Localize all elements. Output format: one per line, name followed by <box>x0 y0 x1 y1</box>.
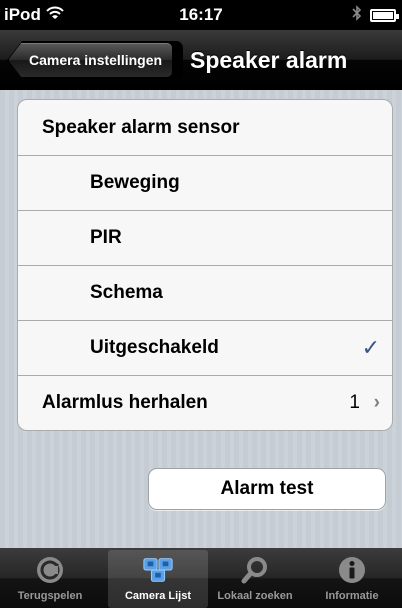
navigation-bar: Camera instellingen Speaker alarm <box>0 30 402 90</box>
tab-label: Informatie <box>325 590 379 602</box>
status-time: 16:17 <box>179 5 223 24</box>
alarm-repeat-value: 1 <box>349 392 360 413</box>
replay-icon <box>34 554 66 586</box>
sensor-header-row: Speaker alarm sensor <box>18 100 392 155</box>
option-row-uitgeschakeld[interactable]: Uitgeschakeld ✓ <box>18 320 392 375</box>
tab-camera-lijst[interactable]: Camera Lijst <box>108 550 208 608</box>
tab-label: Terugspelen <box>17 590 83 602</box>
option-row-beweging[interactable]: Beweging <box>18 155 392 210</box>
tab-label: Lokaal zoeken <box>217 590 293 602</box>
tab-lokaal-zoeken[interactable]: Lokaal zoeken <box>205 550 305 608</box>
camera-list-icon <box>142 554 174 586</box>
option-row-pir[interactable]: PIR <box>18 210 392 265</box>
chevron-right-icon: › <box>373 392 380 413</box>
info-icon <box>336 554 368 586</box>
option-label: Schema <box>90 282 163 303</box>
tab-label: Camera Lijst <box>124 590 192 602</box>
tab-bar: Terugspelen Camera Lijst Lokaal zoeken I… <box>0 548 402 608</box>
alarm-test-label: Alarm test <box>220 478 314 499</box>
sensor-header-label: Speaker alarm sensor <box>42 116 240 138</box>
alarm-repeat-row[interactable]: Alarmlus herhalen 1 › <box>18 375 392 430</box>
back-button-label: Camera instellingen <box>29 52 163 68</box>
option-label: Beweging <box>90 172 180 193</box>
content-area: Speaker alarm sensor Beweging PIR Schema… <box>0 90 402 548</box>
tab-terugspelen[interactable]: Terugspelen <box>0 550 100 608</box>
back-button[interactable]: Camera instellingen <box>8 42 174 78</box>
settings-group: Speaker alarm sensor Beweging PIR Schema… <box>17 99 393 431</box>
status-bar: iPod 16:17 <box>0 0 402 30</box>
page-title: Speaker alarm <box>190 46 348 73</box>
tab-informatie[interactable]: Informatie <box>302 550 402 608</box>
alarm-test-button[interactable]: Alarm test <box>148 468 386 510</box>
alarm-repeat-label: Alarmlus herhalen <box>42 392 208 413</box>
status-right <box>352 5 399 26</box>
option-row-schema[interactable]: Schema <box>18 265 392 320</box>
option-label: Uitgeschakeld <box>90 337 219 358</box>
option-label: PIR <box>90 227 122 248</box>
battery-icon <box>370 9 399 22</box>
bluetooth-icon <box>352 5 362 26</box>
checkmark-icon: ✓ <box>361 335 380 360</box>
search-icon <box>239 554 271 586</box>
